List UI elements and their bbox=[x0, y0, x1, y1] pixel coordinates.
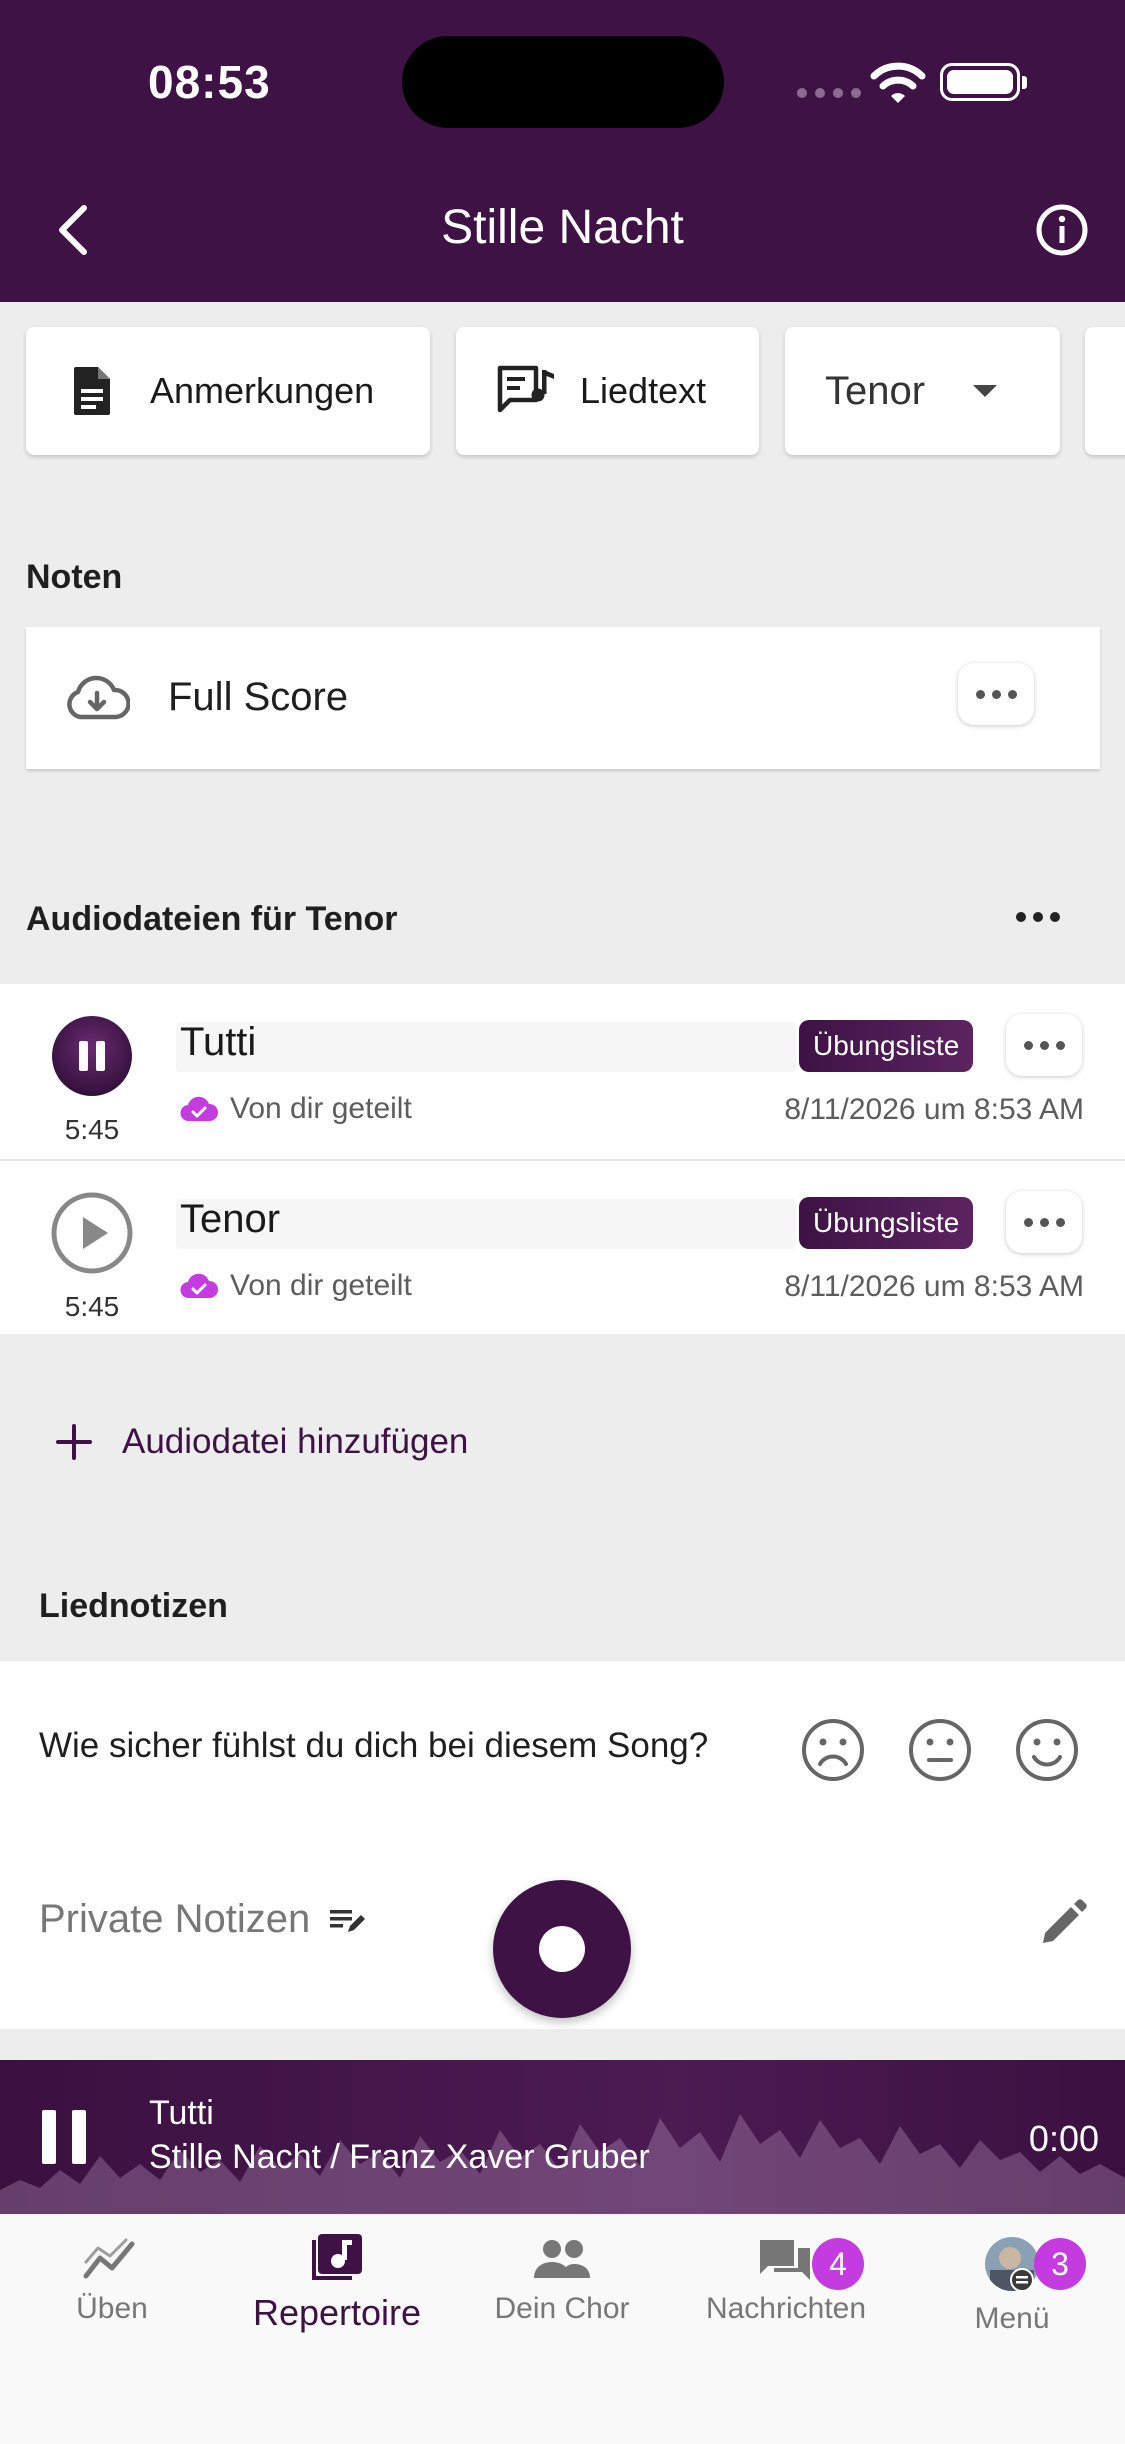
info-button[interactable] bbox=[1034, 202, 1090, 258]
practice-list-badge[interactable]: Übungsliste bbox=[799, 1197, 974, 1249]
tab-ueben[interactable]: Üben bbox=[12, 2236, 212, 2326]
dropdown-arrow-icon bbox=[973, 385, 998, 397]
people-icon bbox=[534, 2240, 590, 2278]
audio-list: 5:45 Tutti Übungsliste Von dir geteilt 8… bbox=[0, 984, 1125, 1334]
edit-notes-button[interactable] bbox=[1037, 1897, 1089, 1949]
pause-button[interactable] bbox=[50, 1014, 134, 1098]
player-track-title: Tutti bbox=[149, 2094, 214, 2132]
shared-label: Von dir geteilt bbox=[230, 1092, 412, 1125]
voice-select-value: Tenor bbox=[825, 368, 926, 413]
audio-row[interactable]: 5:45 Tenor Übungsliste Von dir geteilt 8… bbox=[0, 1159, 1125, 1334]
messages-count-badge: 4 bbox=[812, 2238, 864, 2290]
tab-label: Dein Chor bbox=[494, 2292, 630, 2325]
audio-date: 8/11/2026 um 8:53 AM bbox=[784, 1093, 1084, 1126]
shared-status: Von dir geteilt bbox=[180, 1269, 412, 1303]
record-button[interactable] bbox=[493, 1880, 631, 2018]
music-note-icon bbox=[312, 2234, 362, 2280]
private-notes-text: Private Notizen bbox=[39, 1897, 311, 1941]
cloud-download-icon bbox=[67, 675, 130, 720]
tab-dein-chor[interactable]: Dein Chor bbox=[462, 2236, 662, 2326]
audio-section-more-button[interactable] bbox=[1016, 912, 1060, 922]
shared-status: Von dir geteilt bbox=[180, 1092, 412, 1126]
tab-label: Nachrichten bbox=[705, 2292, 867, 2325]
bottom-tab-bar: Üben Repertoire Dein Chor Nachrichten 4 bbox=[0, 2214, 1125, 2444]
audio-title: Tutti bbox=[180, 1020, 257, 1064]
annotations-chip[interactable]: Anmerkungen bbox=[26, 327, 430, 455]
notes-edit-icon bbox=[330, 1909, 366, 1932]
chart-line-icon bbox=[83, 2238, 135, 2279]
full-score-card[interactable]: Full Score bbox=[26, 627, 1100, 769]
lyrics-chip[interactable]: Liedtext bbox=[456, 327, 759, 455]
cellular-signal-icon bbox=[797, 88, 861, 98]
play-button[interactable] bbox=[50, 1191, 134, 1275]
cloud-check-icon bbox=[180, 1096, 218, 1122]
happy-face-icon[interactable] bbox=[1014, 1717, 1080, 1783]
lyrics-label: Liedtext bbox=[580, 370, 707, 411]
camera-notch bbox=[402, 36, 724, 128]
audio-date: 8/11/2026 um 8:53 AM bbox=[784, 1270, 1084, 1303]
player-pause-button[interactable] bbox=[40, 2110, 90, 2164]
annotations-label: Anmerkungen bbox=[150, 370, 375, 411]
noten-section-title: Noten bbox=[26, 558, 123, 596]
player-time: 0:00 bbox=[1028, 2118, 1099, 2159]
audio-title: Tenor bbox=[180, 1197, 281, 1241]
shared-label: Von dir geteilt bbox=[230, 1269, 412, 1302]
cloud-check-icon bbox=[180, 1273, 218, 1299]
voice-select[interactable]: Tenor bbox=[785, 327, 1060, 455]
wifi-icon bbox=[870, 62, 926, 103]
neutral-face-icon[interactable] bbox=[907, 1717, 973, 1783]
full-score-label: Full Score bbox=[168, 675, 349, 719]
tab-repertoire[interactable]: Repertoire bbox=[237, 2232, 437, 2334]
add-audio-button[interactable]: Audiodatei hinzufügen bbox=[52, 1420, 468, 1464]
full-score-more-button[interactable] bbox=[958, 663, 1034, 725]
status-time: 08:53 bbox=[148, 56, 271, 108]
confidence-question: Wie sicher fühlst du dich bei diesem Son… bbox=[39, 1726, 709, 1765]
document-icon bbox=[74, 367, 110, 415]
practice-list-badge[interactable]: Übungsliste bbox=[799, 1020, 974, 1072]
audio-row[interactable]: 5:45 Tutti Übungsliste Von dir geteilt 8… bbox=[0, 984, 1125, 1159]
add-audio-label: Audiodatei hinzufügen bbox=[122, 1422, 469, 1461]
audio-more-button[interactable] bbox=[1006, 1191, 1082, 1253]
chat-icon bbox=[760, 2240, 810, 2280]
page-title: Stille Nacht bbox=[441, 201, 684, 254]
mini-player[interactable]: Tutti Stille Nacht / Franz Xaver Gruber … bbox=[0, 2060, 1125, 2214]
avatar bbox=[985, 2237, 1039, 2292]
chip-overflow[interactable] bbox=[1085, 327, 1125, 455]
tab-label: Üben bbox=[76, 2292, 148, 2325]
waveform-background bbox=[0, 2114, 1125, 2214]
title-progress-track bbox=[176, 1022, 796, 1072]
lyrics-icon bbox=[497, 365, 554, 413]
menu-count-badge: 3 bbox=[1034, 2238, 1086, 2290]
plus-icon bbox=[56, 1424, 92, 1460]
audio-duration: 5:45 bbox=[64, 1114, 120, 1145]
tab-label: Repertoire bbox=[252, 2292, 422, 2333]
battery-icon bbox=[940, 63, 1027, 101]
song-notes-section-title: Liednotizen bbox=[39, 1587, 228, 1625]
audio-more-button[interactable] bbox=[1006, 1014, 1082, 1076]
player-track-subtitle: Stille Nacht / Franz Xaver Gruber bbox=[149, 2138, 650, 2176]
sad-face-icon[interactable] bbox=[800, 1717, 866, 1783]
tab-label: Menü bbox=[974, 2302, 1050, 2335]
audio-duration: 5:45 bbox=[64, 1291, 120, 1322]
private-notes-label[interactable]: Private Notizen bbox=[39, 1897, 368, 1942]
audio-section-title: Audiodateien für Tenor bbox=[26, 900, 398, 938]
app-header: 08:53 Stille Nacht bbox=[0, 0, 1125, 302]
